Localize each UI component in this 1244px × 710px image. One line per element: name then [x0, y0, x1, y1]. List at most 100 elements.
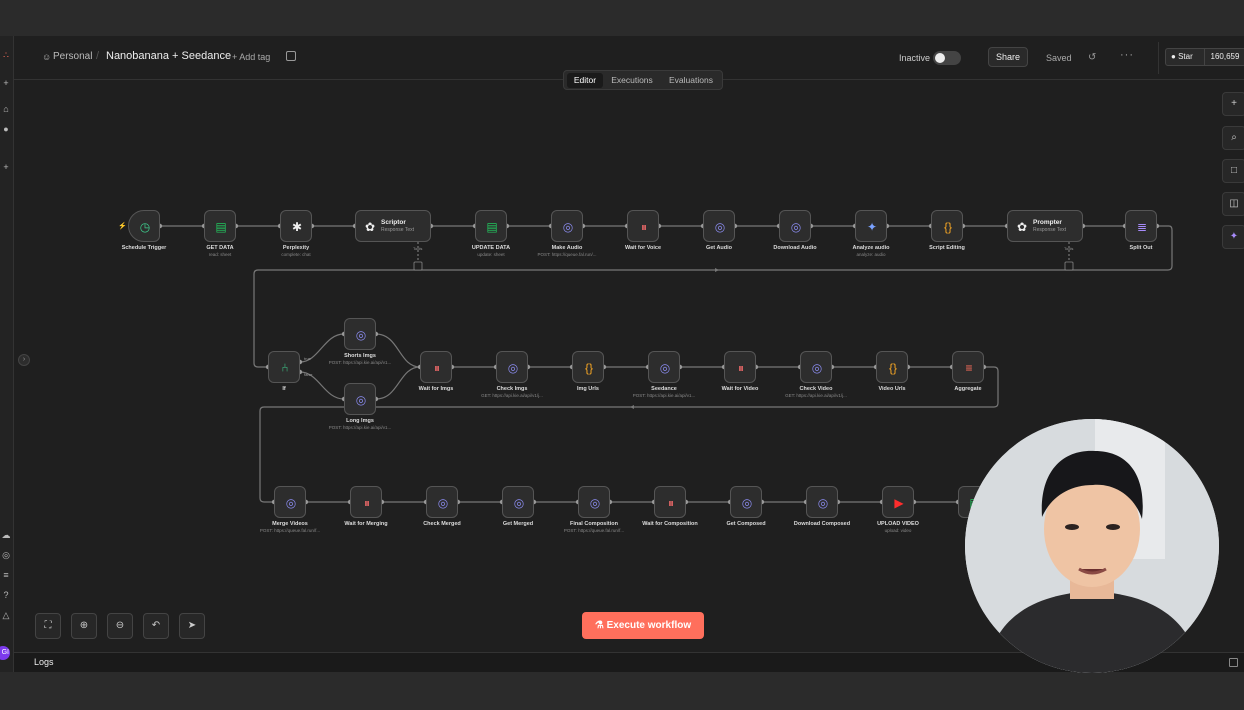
node-label: Split Out — [1129, 245, 1153, 251]
node-get-composed[interactable]: ◎ — [730, 486, 762, 518]
insights-icon[interactable]: ≡ — [1, 570, 11, 580]
github-star-count[interactable]: 160,659 — [1205, 48, 1244, 66]
node-if[interactable]: ⑃ — [268, 351, 300, 383]
perplexity-icon: ✱ — [291, 220, 303, 234]
add-node-icon[interactable]: + — [1222, 92, 1244, 116]
node-subtitle: analyze: audio — [856, 252, 886, 257]
node-aggregate[interactable]: ≡ — [952, 351, 984, 383]
node-label: Scriptor — [381, 219, 406, 226]
node-seedance[interactable]: ◎ — [648, 351, 680, 383]
node-shorts-imgs[interactable]: ◎ — [344, 318, 376, 350]
node-download-audio[interactable]: ◎ — [779, 210, 811, 242]
undo-icon[interactable]: ↶ — [143, 613, 169, 639]
node-merge-videos[interactable]: ◎ — [274, 486, 306, 518]
zoom-out-icon[interactable]: ⊖ — [107, 613, 133, 639]
panel-toggle-icon[interactable]: ◫ — [1222, 192, 1244, 216]
node-long-imgs[interactable]: ◎ — [344, 383, 376, 415]
node-subtitle: GET: https://api.kie.ai/api/v1/j... — [481, 393, 543, 398]
globe-icon: ◎ — [562, 220, 574, 234]
node-wait-for-merging[interactable]: ⏸ — [350, 486, 382, 518]
node-subtitle: POST: https://queue.fal.run/... — [537, 252, 597, 257]
node-analyze-audio[interactable]: ✦ — [855, 210, 887, 242]
code-icon: {} — [888, 361, 897, 375]
globe-icon: ◎ — [437, 496, 449, 510]
globe-icon: ◎ — [714, 220, 726, 234]
history-icon[interactable]: ↺ — [1088, 52, 1096, 63]
node-label: Perplexity — [282, 245, 310, 251]
node-scriptor[interactable]: ✿ Scriptor Response Text — [355, 210, 431, 242]
node-perplexity[interactable]: ✱ — [280, 210, 312, 242]
pause-icon: ⏸ — [737, 361, 744, 375]
node-check-imgs[interactable]: ◎ — [496, 351, 528, 383]
node-script-editing[interactable]: {} — [931, 210, 963, 242]
help-icon[interactable]: ? — [1, 590, 11, 600]
user-icon[interactable]: ● — [1, 124, 11, 134]
node-label: Prompter — [1033, 219, 1062, 226]
node-get-data[interactable]: ▤ — [204, 210, 236, 242]
node-label: Aggregate — [954, 386, 982, 392]
select-tool-icon[interactable]: ➤ — [179, 613, 205, 639]
workspace-breadcrumb[interactable]: Personal — [53, 51, 92, 62]
video-bottom-bar — [0, 672, 1244, 710]
sidebar-collapse-icon[interactable]: › — [18, 354, 30, 366]
globe-icon: ◎ — [355, 393, 367, 407]
share-button[interactable]: Share — [988, 47, 1028, 67]
node-wait-for-composition[interactable]: ⏸ — [654, 486, 686, 518]
openai-icon: ✿ — [1016, 220, 1028, 234]
sticky-note-icon[interactable]: □ — [1222, 159, 1244, 183]
github-star-button[interactable]: ● Star — [1165, 48, 1205, 66]
activate-toggle[interactable] — [933, 51, 961, 65]
edit-description-icon[interactable] — [286, 51, 296, 61]
node-update-data[interactable]: ▤ — [475, 210, 507, 242]
node-check-merged[interactable]: ◎ — [426, 486, 458, 518]
add-tag-button[interactable]: + Add tag — [232, 52, 270, 62]
home-icon[interactable]: ⌂ — [1, 104, 11, 114]
globe-icon: ◎ — [285, 496, 297, 510]
more-options-icon[interactable]: ··· — [1120, 49, 1134, 61]
node-make-audio[interactable]: ◎ — [551, 210, 583, 242]
node-wait-for-imgs[interactable]: ⏸ — [420, 351, 452, 383]
person-icon: ☺ — [42, 52, 52, 62]
pause-icon: ⏸ — [363, 496, 370, 510]
n8n-logo-icon[interactable]: ∴ — [1, 50, 11, 60]
node-schedule-trigger[interactable]: ◷ — [128, 210, 160, 242]
active-status-label: Inactive — [899, 53, 931, 63]
fit-view-icon[interactable]: ⛶ — [35, 613, 61, 639]
zoom-in-icon[interactable]: ⊕ — [71, 613, 97, 639]
node-wait-for-video[interactable]: ⏸ — [724, 351, 756, 383]
if-false-label: false — [304, 372, 313, 377]
flask-icon: ⚗ — [594, 620, 604, 631]
add-project-icon[interactable]: + — [1, 162, 11, 172]
node-check-video[interactable]: ◎ — [800, 351, 832, 383]
ai-assistant-icon[interactable]: ✦ — [1222, 225, 1244, 249]
cloud-icon[interactable]: ☁ — [1, 530, 11, 540]
svg-text:Tools: Tools — [1064, 246, 1073, 251]
globe-icon: ◎ — [507, 361, 519, 375]
globe-icon: ◎ — [589, 496, 601, 510]
split-icon: ≣ — [1136, 220, 1148, 234]
node-final-composition[interactable]: ◎ — [578, 486, 610, 518]
notifications-icon[interactable]: △ — [1, 610, 11, 620]
left-sidebar: ∴ + ⌂ ● + ☁ ◎ ≡ ? △ GI — [0, 36, 14, 672]
templates-icon[interactable]: ◎ — [1, 550, 11, 560]
user-avatar[interactable]: GI — [0, 646, 10, 660]
node-split-out[interactable]: ≣ — [1125, 210, 1157, 242]
add-icon[interactable]: + — [1, 78, 11, 88]
workflow-title[interactable]: Nanobanana + Seedance — [106, 50, 231, 62]
node-prompter[interactable]: ✿ Prompter Response Text — [1007, 210, 1083, 242]
node-subtitle: POST: https://api.kie.ai/api/v1... — [328, 425, 392, 430]
node-download-composed[interactable]: ◎ — [806, 486, 838, 518]
execute-workflow-button[interactable]: ⚗ Execute workflow — [582, 612, 704, 639]
node-get-merged[interactable]: ◎ — [502, 486, 534, 518]
gemini-icon: ✦ — [866, 220, 878, 234]
node-wait-for-voice[interactable]: ⏸ — [627, 210, 659, 242]
video-top-bar — [0, 0, 1244, 36]
node-get-audio[interactable]: ◎ — [703, 210, 735, 242]
node-img-urls[interactable]: {} — [572, 351, 604, 383]
node-upload-video[interactable]: ▶ — [882, 486, 914, 518]
search-nodes-icon[interactable]: ⌕ — [1222, 126, 1244, 150]
breadcrumb-separator: / — [96, 50, 100, 62]
node-label: Shorts Imgs — [344, 353, 376, 359]
logs-expand-icon[interactable] — [1229, 658, 1238, 667]
node-video-urls[interactable]: {} — [876, 351, 908, 383]
